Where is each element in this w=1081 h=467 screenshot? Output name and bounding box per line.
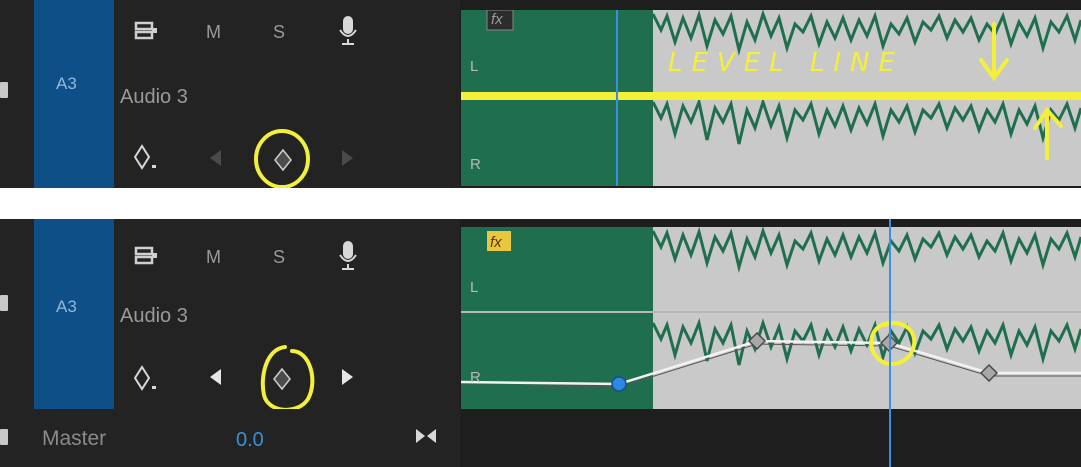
channel-right-label: R <box>470 369 481 386</box>
audio-clip[interactable] <box>461 227 1081 409</box>
mute-button[interactable]: M <box>206 247 221 268</box>
next-keyframe-button[interactable] <box>342 150 353 166</box>
highlight-circle-annotation <box>254 129 310 188</box>
solo-button[interactable]: S <box>273 22 285 43</box>
sync-lock-icon[interactable] <box>134 245 160 269</box>
keyframe-mode-icon[interactable] <box>134 364 164 394</box>
master-volume-value[interactable]: 0.0 <box>236 429 264 452</box>
track-name[interactable]: Audio 3 <box>120 86 188 109</box>
track-id-label: A3 <box>56 74 77 93</box>
previous-keyframe-button[interactable] <box>210 369 221 385</box>
master-track-row: Master 0.0 <box>0 409 1081 467</box>
lock-track-icon[interactable] <box>0 429 8 445</box>
highlight-circle-annotation <box>260 345 315 412</box>
channel-left-label: L <box>470 58 479 75</box>
collapse-track-icon[interactable] <box>414 427 438 445</box>
audio-clip[interactable] <box>461 10 1081 186</box>
microphone-icon[interactable] <box>338 239 358 273</box>
track-name[interactable]: Audio 3 <box>120 305 188 328</box>
mute-button[interactable]: M <box>206 22 221 43</box>
fx-badge[interactable]: fx <box>490 234 502 251</box>
solo-button[interactable]: S <box>273 247 285 268</box>
microphone-icon[interactable] <box>338 14 358 48</box>
master-track-header: Master 0.0 <box>0 409 460 467</box>
level-line-annotation: LEVEL LINE <box>668 48 904 78</box>
lock-track-icon[interactable] <box>0 295 8 311</box>
previous-keyframe-button[interactable] <box>210 150 221 166</box>
fx-badge[interactable]: fx <box>491 11 503 28</box>
master-label: Master <box>42 427 107 450</box>
next-keyframe-button[interactable] <box>342 369 353 385</box>
playhead[interactable] <box>889 219 891 467</box>
track-target-a3[interactable]: A3 <box>34 0 114 188</box>
keyframe-mode-icon[interactable] <box>134 143 164 173</box>
lock-track-icon[interactable] <box>0 82 8 98</box>
track-id-label: A3 <box>56 297 77 316</box>
track-target-a3[interactable]: A3 <box>34 219 114 409</box>
audio-track-panel-before: A3 M S Audio 3 fx L R LEVEL LINE <box>0 0 1081 188</box>
channel-left-label: L <box>470 279 479 296</box>
sync-lock-icon[interactable] <box>134 20 160 44</box>
channel-right-label: R <box>470 156 481 173</box>
audio-track-panel-after: A3 M S Audio 3 fx L R Master 0.0 <box>0 219 1081 467</box>
track-header-a3: A3 M S Audio 3 <box>0 219 460 412</box>
track-header-a3: A3 M S Audio 3 <box>0 0 460 188</box>
keyframe-selected[interactable] <box>611 376 627 392</box>
